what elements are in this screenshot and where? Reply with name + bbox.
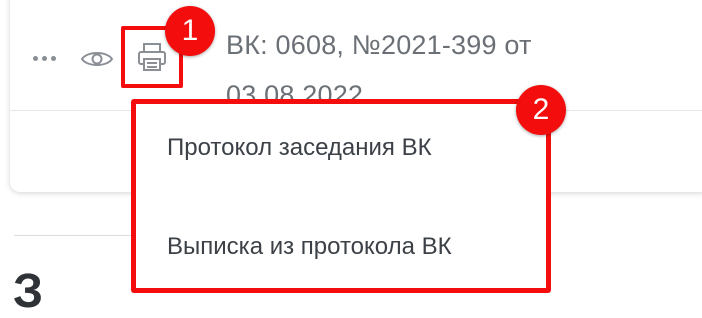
menu-item-meeting-protocol[interactable]: Протокол заседания ВК: [167, 134, 432, 162]
printer-icon: [138, 43, 166, 71]
more-dot: [51, 56, 56, 61]
section-heading: З: [13, 265, 44, 318]
more-dot: [33, 56, 38, 61]
callout-badge-2: 2: [516, 85, 566, 135]
print-menu: Протокол заседания ВК Выписка из протоко…: [131, 99, 551, 293]
callout-badge-1: 1: [165, 6, 215, 56]
menu-item-protocol-extract[interactable]: Выписка из протокола ВК: [167, 233, 452, 261]
more-horizontal-icon[interactable]: [33, 56, 56, 61]
more-dot: [42, 56, 47, 61]
section-divider: [14, 235, 132, 236]
eye-icon[interactable]: [80, 48, 114, 70]
